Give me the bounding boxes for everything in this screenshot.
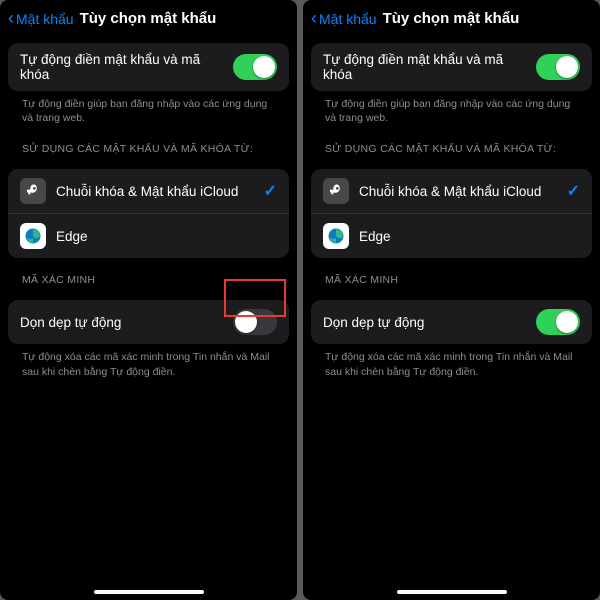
autofill-label: Tự động điền mật khẩu và mã khóa — [323, 52, 536, 82]
verify-footer: Tự động xóa các mã xác minh trong Tin nh… — [311, 344, 592, 380]
source-edge-row[interactable]: Edge — [8, 213, 289, 258]
verify-group: Dọn dẹp tự động — [311, 300, 592, 344]
back-button[interactable]: ‹ Mật khẩu — [311, 11, 377, 27]
verify-group: Dọn dẹp tự động — [8, 300, 289, 344]
phone-right: ‹ Mật khẩu Tùy chọn mật khẩu Tự động điề… — [303, 0, 600, 600]
sources-group: Chuỗi khóa & Mật khẩu iCloud ✓ Edge — [311, 169, 592, 258]
verify-footer: Tự động xóa các mã xác minh trong Tin nh… — [8, 344, 289, 380]
source-keychain-row[interactable]: Chuỗi khóa & Mật khẩu iCloud ✓ — [311, 169, 592, 213]
autofill-group: Tự động điền mật khẩu và mã khóa — [8, 43, 289, 91]
cleanup-row[interactable]: Dọn dẹp tự động — [311, 300, 592, 344]
autofill-toggle[interactable] — [536, 54, 580, 80]
page-title: Tùy chọn mật khẩu — [80, 10, 217, 27]
cleanup-label: Dọn dẹp tự động — [323, 315, 536, 330]
verify-header: MÃ XÁC MINH — [311, 258, 592, 290]
autofill-row[interactable]: Tự động điền mật khẩu và mã khóa — [8, 43, 289, 91]
nav-bar: ‹ Mật khẩu Tùy chọn mật khẩu — [303, 0, 600, 33]
autofill-label: Tự động điền mật khẩu và mã khóa — [20, 52, 233, 82]
edge-icon — [323, 223, 349, 249]
nav-bar: ‹ Mật khẩu Tùy chọn mật khẩu — [0, 0, 297, 33]
edge-icon — [20, 223, 46, 249]
back-button[interactable]: ‹ Mật khẩu — [8, 11, 74, 27]
home-indicator — [94, 590, 204, 594]
source-keychain-label: Chuỗi khóa & Mật khẩu iCloud — [359, 184, 567, 199]
autofill-footer: Tự động điền giúp bạn đăng nhập vào các … — [8, 91, 289, 127]
autofill-row[interactable]: Tự động điền mật khẩu và mã khóa — [311, 43, 592, 91]
checkmark-icon: ✓ — [264, 181, 277, 201]
source-keychain-label: Chuỗi khóa & Mật khẩu iCloud — [56, 184, 264, 199]
autofill-toggle[interactable] — [233, 54, 277, 80]
back-label: Mật khẩu — [16, 11, 74, 27]
sources-header: SỬ DỤNG CÁC MẬT KHẨU VÀ MÃ KHÓA TỪ: — [8, 127, 289, 159]
key-icon — [20, 178, 46, 204]
checkmark-icon: ✓ — [567, 181, 580, 201]
cleanup-toggle[interactable] — [233, 309, 277, 335]
sources-group: Chuỗi khóa & Mật khẩu iCloud ✓ Edge — [8, 169, 289, 258]
chevron-left-icon: ‹ — [311, 9, 317, 27]
sources-header: SỬ DỤNG CÁC MẬT KHẨU VÀ MÃ KHÓA TỪ: — [311, 127, 592, 159]
chevron-left-icon: ‹ — [8, 9, 14, 27]
cleanup-row[interactable]: Dọn dẹp tự động — [8, 300, 289, 344]
autofill-group: Tự động điền mật khẩu và mã khóa — [311, 43, 592, 91]
autofill-footer: Tự động điền giúp bạn đăng nhập vào các … — [311, 91, 592, 127]
back-label: Mật khẩu — [319, 11, 377, 27]
cleanup-toggle[interactable] — [536, 309, 580, 335]
home-indicator — [397, 590, 507, 594]
source-edge-label: Edge — [56, 229, 277, 244]
key-icon — [323, 178, 349, 204]
verify-header: MÃ XÁC MINH — [8, 258, 289, 290]
source-edge-row[interactable]: Edge — [311, 213, 592, 258]
page-title: Tùy chọn mật khẩu — [383, 10, 520, 27]
source-edge-label: Edge — [359, 229, 580, 244]
phone-left: ‹ Mật khẩu Tùy chọn mật khẩu Tự động điề… — [0, 0, 297, 600]
cleanup-label: Dọn dẹp tự động — [20, 315, 233, 330]
source-keychain-row[interactable]: Chuỗi khóa & Mật khẩu iCloud ✓ — [8, 169, 289, 213]
